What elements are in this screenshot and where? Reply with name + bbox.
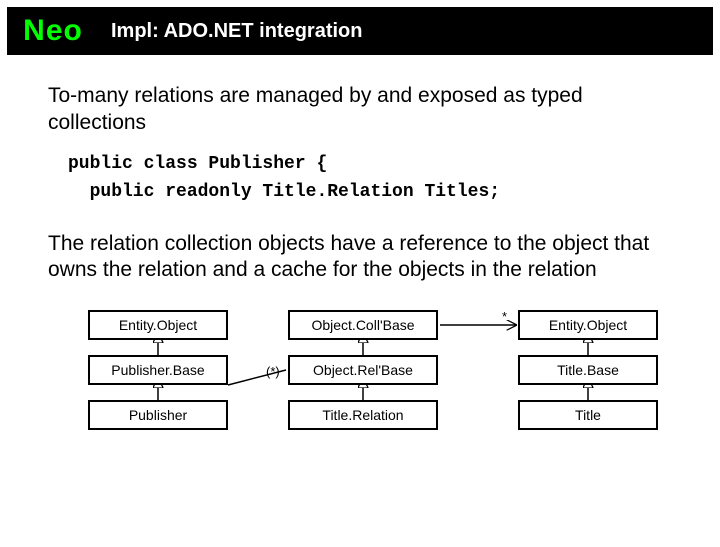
box-object-coll-base: Object.Coll'Base [288, 310, 438, 340]
box-entity-object-2: Entity.Object [518, 310, 658, 340]
slide-title: Impl: ADO.NET integration [111, 20, 362, 43]
box-title-relation: Title.Relation [288, 400, 438, 430]
title-bar: Neo Impl: ADO.NET integration [7, 7, 713, 55]
box-title-base: Title.Base [518, 355, 658, 385]
class-diagram: Entity.Object Publisher.Base Publisher O… [48, 310, 672, 450]
box-object-rel-base: Object.Rel'Base [288, 355, 438, 385]
logo: Neo [7, 14, 99, 48]
box-title: Title [518, 400, 658, 430]
slide-content: To-many relations are managed by and exp… [0, 55, 720, 450]
multiplicity-label-right: * [502, 309, 507, 324]
box-entity-object-1: Entity.Object [88, 310, 228, 340]
box-publisher-base: Publisher.Base [88, 355, 228, 385]
paragraph-1: To-many relations are managed by and exp… [48, 83, 672, 137]
box-publisher: Publisher [88, 400, 228, 430]
paragraph-2: The relation collection objects have a r… [48, 231, 672, 285]
multiplicity-label-left: (*) [266, 364, 280, 379]
code-block: public class Publisher { public readonly… [68, 151, 672, 207]
